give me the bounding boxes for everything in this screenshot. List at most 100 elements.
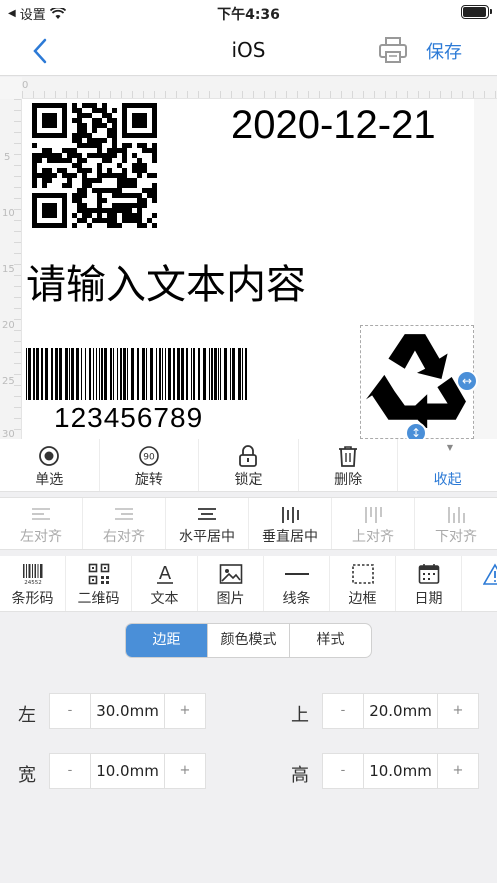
action-label: 锁定 (234, 472, 263, 488)
svg-text:24552: 24552 (24, 580, 42, 585)
ruler-tick: 5 (4, 152, 11, 163)
single-select-button[interactable]: 单选 (0, 439, 100, 491)
align-label: 左对齐 (20, 529, 62, 545)
image-icon (219, 564, 242, 584)
insert-border-button[interactable]: 边框 (330, 556, 396, 611)
barcode-number: 123456789 (54, 402, 204, 433)
left-decrement-button[interactable]: - (50, 694, 90, 728)
insert-toolbar: 24552 条形码 二维码 A 文本 图片 线条 边框 日期 标 (0, 556, 497, 612)
height-label: 高 (291, 765, 309, 786)
collapse-button[interactable]: ▼ 收起 (398, 439, 497, 491)
top-value-field[interactable]: 20.0mm (363, 694, 438, 728)
lock-button[interactable]: 锁定 (199, 439, 299, 491)
border-icon (351, 564, 374, 584)
action-toolbar: 单选 90 旋转 锁定 删除 ▼ 收起 (0, 439, 497, 492)
align-hcenter-button[interactable]: 水平居中 (166, 498, 249, 549)
width-decrement-button[interactable]: - (50, 754, 90, 788)
align-bottom-button[interactable]: 下对齐 (415, 498, 497, 549)
action-label: 旋转 (134, 472, 163, 488)
top-label: 上 (291, 705, 309, 726)
settings-tabs: 边距 颜色模式 样式 (125, 623, 372, 658)
width-value-field[interactable]: 10.0mm (90, 754, 165, 788)
action-label: 单选 (35, 472, 64, 488)
width-label: 宽 (18, 765, 36, 786)
collapse-icon: ▼ (446, 443, 453, 452)
warning-icon (482, 563, 497, 585)
svg-text:90: 90 (143, 453, 155, 463)
barcode-element[interactable] (26, 348, 251, 400)
height-stepper: - 10.0mm + (322, 753, 479, 789)
status-bar: ◀ 设置 下午4:36 (0, 0, 497, 26)
qrcode-icon (88, 563, 109, 585)
align-toolbar: 左对齐 右对齐 水平居中 垂直居中 上对齐 下对齐 (0, 497, 497, 550)
align-hcenter-icon (198, 508, 216, 520)
align-vcenter-button[interactable]: 垂直居中 (249, 498, 332, 549)
text-icon: A (156, 563, 173, 584)
recycle-icon[interactable] (366, 330, 468, 428)
insert-line-button[interactable]: 线条 (264, 556, 330, 611)
radio-icon (39, 446, 60, 466)
width-stepper: - 10.0mm + (49, 753, 206, 789)
insert-label: 日期 (414, 591, 443, 607)
align-top-button[interactable]: 上对齐 (332, 498, 415, 549)
tab-margin[interactable]: 边距 (126, 624, 208, 657)
insert-label: 条形码 (11, 591, 54, 607)
printer-icon[interactable] (377, 34, 409, 66)
left-increment-button[interactable]: + (165, 694, 205, 728)
align-label: 上对齐 (352, 529, 394, 545)
align-right-icon (115, 508, 133, 520)
qrcode-element[interactable] (32, 103, 157, 228)
line-icon (284, 573, 309, 575)
left-value-field[interactable]: 30.0mm (90, 694, 165, 728)
date-element[interactable]: 2020-12-21 (231, 103, 436, 148)
insert-label: 边框 (348, 591, 377, 607)
insert-label: 图片 (216, 591, 245, 607)
top-increment-button[interactable]: + (438, 694, 478, 728)
insert-barcode-button[interactable]: 24552 条形码 (0, 556, 66, 611)
action-label: 收起 (433, 472, 462, 488)
ruler-tick: 15 (2, 264, 15, 275)
ruler-tick: 10 (2, 208, 15, 219)
insert-warning-button[interactable]: 标 (462, 556, 497, 611)
insert-label: 二维码 (77, 591, 120, 607)
page-title: iOS (231, 38, 266, 62)
align-left-button[interactable]: 左对齐 (0, 498, 83, 549)
barcode-icon: 24552 (22, 564, 42, 585)
top-decrement-button[interactable]: - (323, 694, 363, 728)
height-increment-button[interactable]: + (438, 754, 478, 788)
tab-style[interactable]: 样式 (290, 624, 371, 657)
align-left-icon (32, 508, 50, 520)
rotate-button[interactable]: 90 旋转 (100, 439, 200, 491)
align-label: 右对齐 (103, 529, 145, 545)
align-vcenter-icon (282, 507, 299, 523)
left-stepper: - 30.0mm + (49, 693, 206, 729)
resize-horizontal-handle[interactable]: ↔ (456, 370, 478, 392)
align-label: 下对齐 (435, 529, 477, 545)
insert-text-button[interactable]: A 文本 (132, 556, 198, 611)
delete-button[interactable]: 删除 (299, 439, 399, 491)
height-decrement-button[interactable]: - (323, 754, 363, 788)
insert-qrcode-button[interactable]: 二维码 (66, 556, 132, 611)
ruler-top (22, 77, 497, 99)
svg-text:A: A (158, 563, 171, 584)
height-value-field[interactable]: 10.0mm (363, 754, 438, 788)
ruler-tick: 0 (22, 80, 29, 91)
ruler-tick: 30 (2, 429, 15, 439)
trash-icon (339, 446, 358, 467)
insert-image-button[interactable]: 图片 (198, 556, 264, 611)
save-button[interactable]: 保存 (426, 38, 462, 64)
ruler-tick: 25 (2, 376, 15, 387)
lock-icon (239, 445, 258, 467)
align-right-button[interactable]: 右对齐 (83, 498, 166, 549)
battery-fill (463, 7, 486, 17)
rotate-90-icon: 90 (139, 446, 159, 466)
insert-date-button[interactable]: 日期 (396, 556, 462, 611)
calendar-icon (418, 564, 439, 584)
text-element[interactable]: 请输入文本内容 (26, 252, 306, 310)
insert-label: 线条 (282, 591, 311, 607)
width-increment-button[interactable]: + (165, 754, 205, 788)
nav-bar: iOS 保存 (0, 26, 497, 76)
left-label: 左 (18, 705, 36, 726)
align-top-icon (365, 507, 382, 523)
tab-color-mode[interactable]: 颜色模式 (208, 624, 290, 657)
